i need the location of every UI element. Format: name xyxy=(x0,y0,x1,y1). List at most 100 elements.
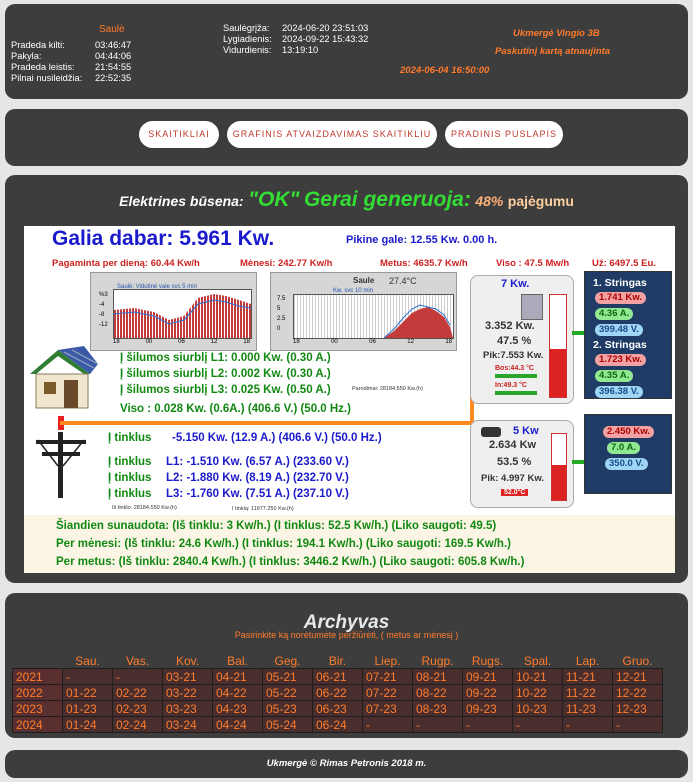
y-tick: -8 xyxy=(99,312,105,318)
footer-panel: Ukmergė © Rimas Petronis 2018 m. xyxy=(5,750,688,778)
day-chart-left[interactable]: Saulė: Vidutinė vale svc 5 min %3 -4 -8 … xyxy=(90,272,257,351)
inverter-rating: 7 Kw. xyxy=(501,278,530,290)
archive-month-link[interactable]: 02-23 xyxy=(112,700,163,717)
home-button[interactable]: PRADINIS PUSLAPIS xyxy=(445,121,563,148)
status-text: Gerai generuoja: xyxy=(303,188,471,211)
grid-main-label: Į tinklus xyxy=(108,432,152,444)
heat-pump-lines: Į šilumos siurblį L1: 0.000 Kw. (0.30 A.… xyxy=(120,350,331,398)
archive-year-link[interactable]: 2024 xyxy=(12,716,63,733)
archive-month-link[interactable]: 09-22 xyxy=(462,684,513,701)
day-chart-right[interactable]: Saule 27.4°C Kw. svc 10 min 7.5 5 2.5 0 … xyxy=(270,272,457,351)
archive-month-link[interactable]: 02-22 xyxy=(112,684,163,701)
month-header: Vas. xyxy=(125,654,150,668)
inverter-percent: 53.5 % xyxy=(497,456,532,468)
power-now: Galia dabar: 5.961 Kw. xyxy=(52,227,274,251)
archive-month-link[interactable]: 04-22 xyxy=(212,684,263,701)
archive-month-link[interactable]: 08-22 xyxy=(412,684,463,701)
archive-month-link[interactable]: 06-21 xyxy=(312,668,363,685)
meters-button[interactable]: SKAITIKLIAI xyxy=(139,121,219,148)
archive-year-link[interactable]: 2023 xyxy=(12,700,63,717)
archive-month-link[interactable]: 09-23 xyxy=(462,700,513,717)
archive-month-link[interactable]: 03-22 xyxy=(162,684,213,701)
chart-title: Saule xyxy=(353,276,375,285)
archive-month-link[interactable]: 12-23 xyxy=(612,700,663,717)
archive-month-link[interactable]: 08-23 xyxy=(412,700,463,717)
archive-month-link[interactable]: 10-21 xyxy=(512,668,563,685)
archive-month-link[interactable]: 12-22 xyxy=(612,684,663,701)
grid-labels: Į tinklus Į tinklus Į tinklus xyxy=(108,454,151,502)
archive-year-link[interactable]: 2022 xyxy=(12,684,63,701)
x-tick: 00 xyxy=(331,339,338,345)
archive-month-link[interactable]: 05-21 xyxy=(262,668,313,685)
archive-month-link[interactable]: 05-23 xyxy=(262,700,313,717)
archive-row: 2022 01-22 02-22 03-22 04-22 05-22 06-22… xyxy=(12,684,663,701)
month-header: Bir. xyxy=(328,654,347,668)
archive-month-link[interactable]: 02-24 xyxy=(112,716,163,733)
archive-month-link[interactable]: 11-21 xyxy=(562,668,613,685)
grid-row-value: L1: -1.510 Kw. (6.57 A.) (233.60 V.) xyxy=(166,456,349,468)
archive-month-link[interactable]: 03-23 xyxy=(162,700,213,717)
heat-meter: Parodimai: 28184.550 Kw.(h) xyxy=(352,386,423,392)
solar-panel-1[interactable]: 1. Stringas 1.741 Kw. 4.36 A. 399.48 V. … xyxy=(584,271,672,399)
boost-temp-bar xyxy=(495,374,537,378)
per-year: Metus: 4635.7 Kw/h xyxy=(380,258,468,269)
updated-label: Paskutinį kartą atnaujinta xyxy=(495,46,611,57)
archive-month-link[interactable]: 03-21 xyxy=(162,668,213,685)
archive-month-link[interactable]: 06-24 xyxy=(312,716,363,733)
inverter-2[interactable]: 5 Kw 2.634 Kw 53.5 % Pik: 4.997 Kw. 52.0… xyxy=(470,420,574,508)
archive-month-link[interactable]: 12-21 xyxy=(612,668,663,685)
archive-month-link[interactable]: 05-22 xyxy=(262,684,313,701)
archive-month-link[interactable]: 11-23 xyxy=(562,700,613,717)
meter-to: I tinklą: 11977.250 Kw.(h) xyxy=(232,506,294,512)
string2-volts: 396.38 V. xyxy=(595,386,643,398)
inverter-power: 3.352 Kw. xyxy=(485,320,535,332)
archive-year-link[interactable]: 2021 xyxy=(12,668,63,685)
string-link xyxy=(572,331,584,335)
archive-month-link[interactable]: 06-23 xyxy=(312,700,363,717)
in-temp-bar xyxy=(495,391,537,395)
archive-month-link[interactable]: 05-24 xyxy=(262,716,313,733)
month-header: Sau. xyxy=(75,654,100,668)
archive-month-link[interactable]: 03-24 xyxy=(162,716,213,733)
y-tick: 5 xyxy=(277,306,281,312)
sun-times: Pradeda kilti: Pakyla: Pradeda leistis: … xyxy=(11,40,82,84)
inverter-load-bar xyxy=(549,294,567,398)
month-header: Kov. xyxy=(175,654,200,668)
archive-month-link[interactable]: 04-21 xyxy=(212,668,263,685)
archive-month-link[interactable]: 01-24 xyxy=(62,716,113,733)
month-header: Gruo. xyxy=(622,654,653,668)
string3-kw: 2.450 Kw. xyxy=(603,426,654,438)
x-tick: 00 xyxy=(145,339,153,345)
sun-value: 03:46:47 xyxy=(95,40,132,50)
archive-month-link[interactable]: 04-23 xyxy=(212,700,263,717)
updated-value: 2024-06-04 16:50:00 xyxy=(400,65,490,76)
archive-month-link[interactable]: 04-24 xyxy=(212,716,263,733)
string2-kw: 1.723 Kw. xyxy=(595,354,646,366)
solar-panel-2[interactable]: 2.450 Kw. 7.0 A. 350.0 V. xyxy=(584,414,672,494)
archive-month-link[interactable]: 10-23 xyxy=(512,700,563,717)
graphs-button[interactable]: GRAFINIS ATVAIZDAVIMAS SKAITIKLIU xyxy=(227,121,437,148)
archive-month-link[interactable]: 08-21 xyxy=(412,668,463,685)
archive-month-link[interactable]: 11-22 xyxy=(562,684,613,701)
archive-month-link[interactable]: 09-21 xyxy=(462,668,513,685)
inverter-1[interactable]: 7 Kw. 3.352 Kw. 47.5 % Pik:7.553 Kw. Bos… xyxy=(470,275,574,404)
archive-month-link[interactable]: 10-22 xyxy=(512,684,563,701)
month-header: Spal. xyxy=(523,654,552,668)
status-suffix: pajėgumu xyxy=(507,193,574,209)
archive-month-link[interactable]: 01-23 xyxy=(62,700,113,717)
archive-month-link[interactable]: 07-21 xyxy=(362,668,413,685)
archive-month-link[interactable]: 06-22 xyxy=(312,684,363,701)
power-pole-icon xyxy=(36,432,86,498)
archive-month-link[interactable]: 01-22 xyxy=(62,684,113,701)
archive-month-link[interactable]: 07-22 xyxy=(362,684,413,701)
heat-total: Viso : 0.028 Kw. (0.6A.) (406.6 V.) (50.… xyxy=(120,403,351,415)
sun-values: 03:46:47 04:44:06 21:54:55 22:52:35 xyxy=(95,40,131,84)
grid-row-label: Į tinklus xyxy=(108,488,152,500)
month-header: Liep. xyxy=(374,654,401,668)
x-tick: 18 xyxy=(243,339,250,345)
archive-month-link[interactable]: 07-23 xyxy=(362,700,413,717)
inverter-peak: Pik:7.553 Kw. xyxy=(483,350,544,361)
y-axis: %3 -4 -8 -12 xyxy=(99,290,108,330)
grid-row-value: L3: -1.760 Kw. (7.51 A.) (237.10 V.) xyxy=(166,488,349,500)
chart-plot xyxy=(113,289,252,339)
